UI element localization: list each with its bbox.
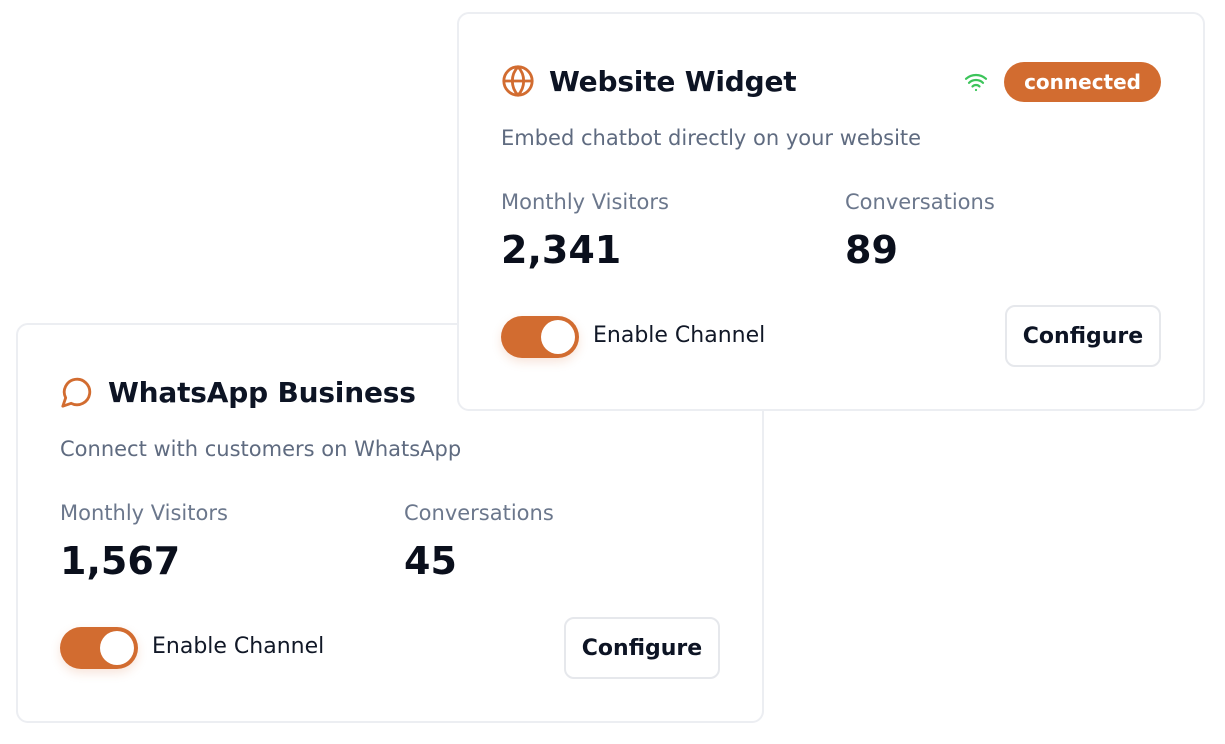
card-description: Embed chatbot directly on your website (501, 126, 922, 150)
channel-card-website: Website Widget connected Embed chatbot d… (457, 12, 1205, 411)
enable-channel-toggle[interactable] (60, 627, 138, 669)
toggle-knob (541, 320, 575, 354)
enable-channel-toggle[interactable] (501, 316, 579, 358)
card-header: Website Widget (501, 64, 797, 98)
toggle-knob (100, 631, 134, 665)
stat-label-monthly-visitors: Monthly Visitors (60, 501, 228, 525)
configure-button[interactable]: Configure (1005, 305, 1161, 367)
stat-value-conversations: 45 (404, 539, 457, 583)
status-badge: connected (1004, 62, 1161, 102)
stat-value-conversations: 89 (845, 228, 898, 272)
connection-status: connected (962, 62, 1161, 102)
card-description: Connect with customers on WhatsApp (60, 437, 462, 461)
stat-label-conversations: Conversations (845, 190, 995, 214)
enable-channel-label: Enable Channel (152, 634, 325, 659)
stat-value-monthly-visitors: 2,341 (501, 228, 622, 272)
enable-channel-label: Enable Channel (593, 323, 766, 348)
stat-label-conversations: Conversations (404, 501, 554, 525)
globe-icon (501, 64, 535, 98)
stat-label-monthly-visitors: Monthly Visitors (501, 190, 669, 214)
card-title: Website Widget (549, 64, 797, 98)
card-title: WhatsApp Business (108, 375, 416, 409)
card-header: WhatsApp Business (60, 375, 416, 409)
message-circle-icon (60, 375, 94, 409)
wifi-icon (962, 70, 990, 94)
configure-button[interactable]: Configure (564, 617, 720, 679)
stat-value-monthly-visitors: 1,567 (60, 539, 181, 583)
